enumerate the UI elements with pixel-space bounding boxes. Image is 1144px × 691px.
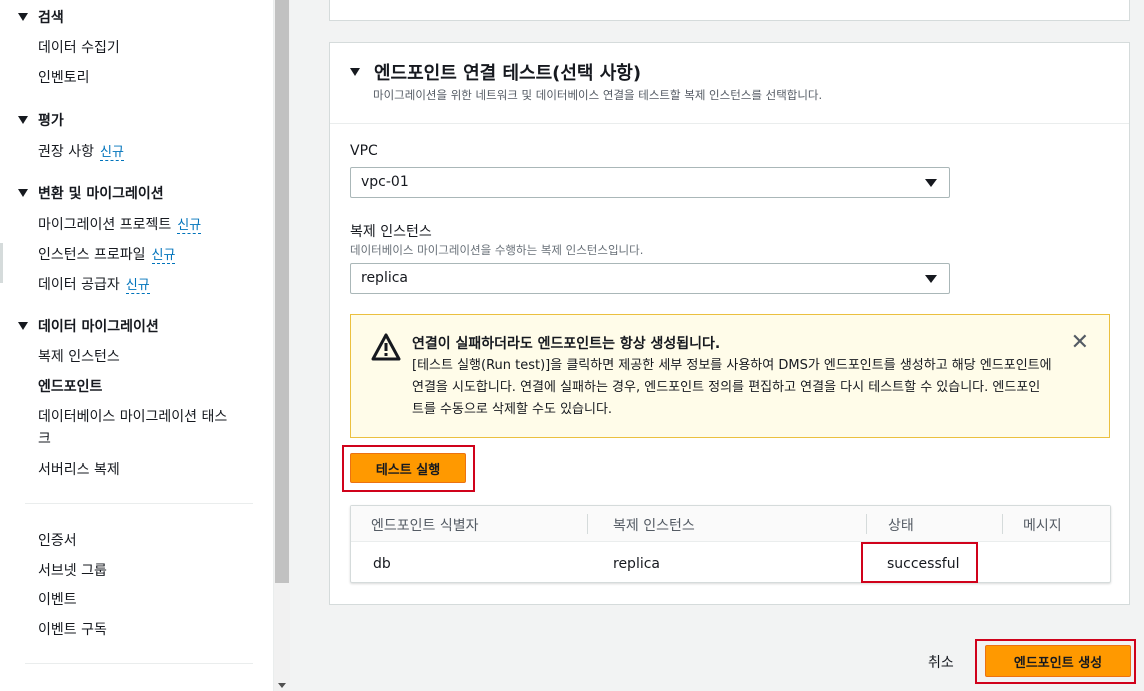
new-badge: 신규	[99, 145, 124, 161]
table-header: 엔드포인트 식별자 복제 인스턴스 상태 메시지	[351, 506, 1110, 542]
test-connection-panel: 엔드포인트 연결 테스트(선택 사항) 마이그레이션을 위한 네트워크 및 데이…	[329, 42, 1130, 605]
sidebar-item-serverless-replication[interactable]: 서버리스 복제	[38, 459, 120, 479]
panel-title[interactable]: 엔드포인트 연결 테스트(선택 사항)	[350, 59, 641, 85]
new-badge: 신규	[125, 278, 150, 294]
sidebar-divider	[25, 503, 253, 504]
sidebar-section-assess[interactable]: 평가	[18, 110, 64, 130]
column-header-message[interactable]: 메시지	[1023, 515, 1062, 535]
sidebar-item-migration-projects[interactable]: 마이그레이션 프로젝트 신규	[38, 214, 202, 234]
sidebar-item-inventory[interactable]: 인벤토리	[38, 67, 90, 87]
new-badge: 신규	[177, 218, 202, 234]
replica-value: replica	[361, 270, 409, 286]
sidebar-divider	[25, 663, 253, 664]
sidebar-section-data-migration[interactable]: 데이터 마이그레이션	[18, 316, 159, 336]
warning-title: 연결이 실패하더라도 엔드포인트는 항상 생성됩니다.	[412, 336, 721, 352]
caret-down-icon	[350, 68, 360, 76]
panel-description: 마이그레이션을 위한 네트워크 및 데이터베이스 연결을 테스트할 복제 인스턴…	[373, 88, 823, 102]
run-test-button[interactable]: 테스트 실행	[350, 453, 466, 483]
warning-alert: 연결이 실패하더라도 엔드포인트는 항상 생성됩니다. [테스트 실행(Run …	[350, 314, 1110, 438]
vpc-select[interactable]: vpc-01	[350, 167, 950, 198]
column-header-endpoint-id[interactable]: 엔드포인트 식별자	[371, 515, 479, 535]
sidebar-nav: 검색 데이터 수집기 인벤토리 평가 권장 사항 신규 변환 및 마이그레이션 마…	[0, 0, 274, 691]
sidebar-scrollbar[interactable]	[274, 0, 290, 691]
new-badge: 신규	[151, 248, 176, 264]
column-divider	[866, 514, 867, 534]
sidebar-item-label: 데이터 공급자	[38, 277, 120, 293]
cancel-button[interactable]: 취소	[928, 652, 954, 672]
sidebar-item-data-collectors[interactable]: 데이터 수집기	[38, 37, 120, 57]
replica-label: 복제 인스턴스	[350, 224, 432, 240]
test-results-table: 엔드포인트 식별자 복제 인스턴스 상태 메시지 db replica succ…	[350, 505, 1111, 583]
sidebar-section-convert[interactable]: 변환 및 마이그레이션	[18, 183, 164, 203]
vpc-label: VPC	[350, 143, 378, 159]
sidebar-section-discover[interactable]: 검색	[18, 7, 64, 27]
sidebar-item-label: 마이그레이션 프로젝트	[38, 217, 172, 233]
scroll-down-arrow-icon[interactable]	[278, 683, 286, 688]
sidebar-item-label: 인스턴스 프로파일	[38, 247, 146, 263]
warning-icon	[371, 333, 401, 361]
column-divider	[1002, 514, 1003, 534]
sidebar-item-data-providers[interactable]: 데이터 공급자 신규	[38, 274, 150, 294]
sidebar-section-label: 검색	[38, 10, 64, 26]
panel-header: 엔드포인트 연결 테스트(선택 사항) 마이그레이션을 위한 네트워크 및 데이…	[330, 43, 1129, 124]
replica-select[interactable]: replica	[350, 263, 950, 294]
highlight-box	[861, 542, 978, 583]
replica-description: 데이터베이스 마이그레이션을 수행하는 복제 인스턴스입니다.	[350, 243, 644, 257]
sidebar-item-recommendations[interactable]: 권장 사항 신규	[38, 141, 124, 161]
sidebar-item-replication-instances[interactable]: 복제 인스턴스	[38, 346, 120, 366]
caret-down-icon	[18, 13, 28, 21]
sidebar-item-certificates[interactable]: 인증서	[38, 530, 77, 550]
column-divider	[587, 514, 588, 534]
column-header-replica[interactable]: 복제 인스턴스	[613, 515, 695, 535]
sidebar-item-events[interactable]: 이벤트	[38, 589, 77, 609]
caret-down-icon	[925, 179, 937, 187]
sidebar-item-label: 데이터베이스 마이그레이션 태스	[38, 409, 228, 425]
sidebar-section-label: 평가	[38, 113, 64, 129]
sidebar-section-label: 데이터 마이그레이션	[38, 319, 159, 335]
previous-panel	[329, 0, 1130, 21]
cell-replica: replica	[613, 556, 661, 572]
caret-down-icon	[18, 189, 28, 197]
vpc-value: vpc-01	[361, 174, 409, 190]
sidebar-edge-marker	[0, 243, 3, 283]
caret-down-icon	[18, 116, 28, 124]
sidebar-item-subnet-groups[interactable]: 서브넷 그룹	[38, 560, 107, 580]
sidebar-item-label: 크	[38, 431, 51, 447]
sidebar-item-label: 권장 사항	[38, 144, 94, 160]
panel-title-text: 엔드포인트 연결 테스트(선택 사항)	[374, 63, 642, 84]
caret-down-icon	[18, 322, 28, 330]
warning-body: [테스트 실행(Run test)]을 클릭하면 제공한 세부 정보를 사용하여…	[412, 358, 1052, 417]
sidebar-section-label: 변환 및 마이그레이션	[38, 186, 164, 202]
sidebar-item-instance-profiles[interactable]: 인스턴스 프로파일 신규	[38, 244, 176, 264]
sidebar-item-migration-tasks[interactable]: 데이터베이스 마이그레이션 태스크	[38, 406, 253, 450]
scrollbar-thumb[interactable]	[275, 0, 289, 583]
create-endpoint-button[interactable]: 엔드포인트 생성	[985, 645, 1131, 677]
column-header-status[interactable]: 상태	[888, 515, 914, 535]
close-icon[interactable]: ✕	[1071, 332, 1089, 354]
sidebar-item-event-subscriptions[interactable]: 이벤트 구독	[38, 619, 107, 639]
cell-endpoint-id: db	[373, 556, 391, 572]
caret-down-icon	[925, 275, 937, 283]
sidebar-item-endpoints[interactable]: 엔드포인트	[38, 376, 102, 396]
